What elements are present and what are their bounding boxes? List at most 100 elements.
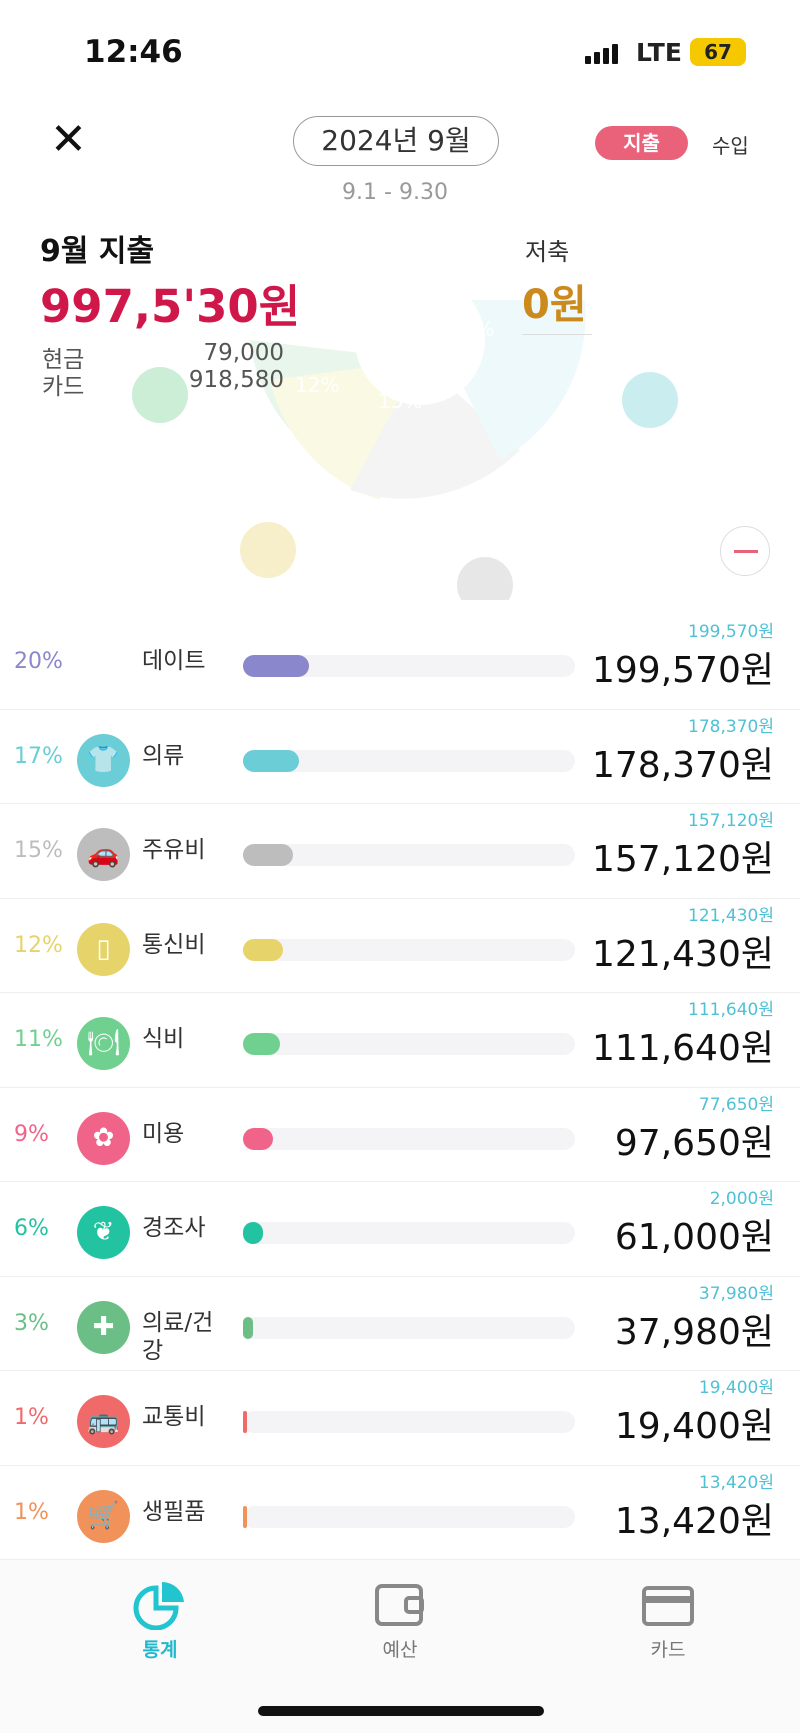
- progress-track: [243, 1222, 575, 1244]
- category-amount: 13,420원: [614, 1500, 774, 1542]
- medical-kit-icon: ✚: [77, 1300, 130, 1354]
- category-percent: 1%: [14, 1405, 49, 1430]
- date-range: 9.1 - 9.30: [342, 180, 448, 205]
- category-label: 통신비: [142, 931, 206, 958]
- category-sub-amount: 2,000원: [709, 1189, 774, 1209]
- category-amount: 111,640원: [592, 1028, 774, 1069]
- minus-icon: [734, 550, 758, 553]
- category-label: 생필품: [142, 1498, 206, 1525]
- category-donut-chart: 11% 17% 12% 15%: [132, 300, 678, 600]
- category-row[interactable]: 17% 👕 의류 178,370원 178,370원: [0, 710, 800, 804]
- car-icon: 🚗: [77, 828, 130, 881]
- progress-track: [243, 655, 575, 677]
- progress-fill: [243, 1222, 263, 1244]
- category-amount: 61,000원: [614, 1217, 774, 1258]
- category-sub-amount: 19,400원: [698, 1378, 774, 1398]
- category-amount: 178,370원: [592, 744, 774, 786]
- category-amount: 199,570원: [592, 650, 774, 691]
- bus-icon: 🚌: [77, 1395, 130, 1448]
- progress-track: [243, 1411, 575, 1433]
- category-sub-amount: 37,980원: [698, 1283, 774, 1304]
- category-percent: 17%: [14, 743, 63, 769]
- category-row[interactable]: 6% ❦ 경조사 2,000원 61,000원: [0, 1182, 800, 1277]
- progress-track: [243, 938, 575, 961]
- category-label: 주유비: [142, 837, 206, 863]
- progress-track: [243, 1316, 575, 1339]
- nav-label: 카드: [650, 1639, 686, 1661]
- category-percent: 20%: [14, 649, 63, 674]
- category-percent: 1%: [14, 1499, 49, 1525]
- category-label: 의료/건강: [142, 1309, 214, 1364]
- page-title: 9월 지출: [40, 234, 155, 269]
- dining-icon: 🍽: [77, 1017, 130, 1070]
- category-amount: 37,980원: [614, 1311, 774, 1353]
- category-sub-amount: 121,430원: [688, 905, 774, 926]
- progress-fill: [243, 1411, 247, 1433]
- progress-fill: [243, 655, 310, 677]
- pie-chart-icon: [133, 1581, 184, 1631]
- savings-value[interactable]: 0원: [522, 272, 592, 335]
- progress-fill: [243, 938, 283, 961]
- category-row[interactable]: 11% 🍽 식비 111,640원 111,640원: [0, 993, 800, 1088]
- progress-fill: [243, 1505, 247, 1528]
- category-sub-amount: 178,370원: [688, 716, 774, 737]
- progress-track: [243, 749, 575, 772]
- cart-icon: 🛒: [77, 1489, 130, 1543]
- category-label: 식비: [142, 1026, 185, 1052]
- progress-fill: [243, 1033, 280, 1055]
- nav-label: 예산: [382, 1639, 418, 1661]
- category-row[interactable]: 3% ✚ 의료/건강 37,980원 37,980원: [0, 1277, 800, 1371]
- category-row[interactable]: 12% ▯ 통신비 121,430원 121,430원: [0, 899, 800, 993]
- gift-icon: ❦: [77, 1206, 130, 1259]
- progress-track: [243, 1505, 575, 1528]
- chart-label: 17%: [450, 317, 494, 341]
- cash-value: 79,000: [203, 340, 284, 366]
- heart-icon: [77, 639, 130, 692]
- credit-card-icon: [642, 1586, 694, 1626]
- month-selector[interactable]: 2024년 9월: [293, 116, 499, 166]
- progress-fill: [243, 1316, 253, 1339]
- battery-icon: 67: [690, 38, 746, 66]
- category-percent: 12%: [14, 932, 63, 958]
- category-sub-amount: 13,420원: [698, 1472, 774, 1493]
- category-label: 교통비: [142, 1404, 206, 1430]
- progress-track: [243, 844, 575, 866]
- category-sub-amount: 77,650원: [698, 1094, 774, 1115]
- category-row[interactable]: 9% ✿ 미용 77,650원 97,650원: [0, 1088, 800, 1182]
- category-label: 데이트: [142, 648, 206, 674]
- category-percent: 6%: [14, 1216, 49, 1241]
- category-row[interactable]: 1% 🚌 교통비 19,400원 19,400원: [0, 1371, 800, 1466]
- category-row[interactable]: 20% 데이트 199,570원 199,570원: [0, 615, 800, 710]
- chart-label: 12%: [295, 373, 339, 397]
- card-value: 918,580: [188, 367, 284, 393]
- close-icon[interactable]: ✕: [50, 118, 87, 162]
- network-type: LTE: [636, 38, 682, 67]
- category-percent: 9%: [14, 1121, 49, 1147]
- tab-expense[interactable]: 지출: [595, 126, 688, 160]
- card-label: 카드: [42, 374, 85, 400]
- category-list: 20% 데이트 199,570원 199,570원 17% 👕 의류 178,370원 178,…: [0, 615, 800, 1560]
- tab-income[interactable]: 수입: [712, 130, 749, 159]
- collapse-button[interactable]: [720, 526, 770, 576]
- category-amount: 157,120원: [592, 839, 774, 880]
- category-row[interactable]: 15% 🚗 주유비 157,120원 157,120원: [0, 804, 800, 899]
- category-label: 미용: [142, 1120, 185, 1147]
- nav-stats[interactable]: 통계: [100, 1580, 220, 1662]
- progress-fill: [243, 1127, 273, 1150]
- category-row[interactable]: 1% 🛒 생필품 13,420원 13,420원: [0, 1466, 800, 1560]
- nav-card[interactable]: 카드: [608, 1580, 728, 1662]
- category-amount: 121,430원: [592, 933, 774, 975]
- category-percent: 11%: [14, 1027, 63, 1052]
- wallet-icon: [375, 1584, 424, 1626]
- category-sub-amount: 199,570원: [688, 622, 774, 642]
- category-label: 경조사: [142, 1215, 206, 1241]
- shirt-icon: 👕: [77, 733, 130, 787]
- progress-fill: [243, 749, 300, 772]
- category-amount: 97,650원: [614, 1122, 774, 1164]
- nav-budget[interactable]: 예산: [340, 1580, 460, 1662]
- beauty-icon: ✿: [77, 1111, 130, 1165]
- home-indicator: [258, 1706, 544, 1716]
- status-time: 12:46: [84, 34, 183, 70]
- category-percent: 3%: [14, 1310, 49, 1336]
- signal-icon: [585, 44, 618, 64]
